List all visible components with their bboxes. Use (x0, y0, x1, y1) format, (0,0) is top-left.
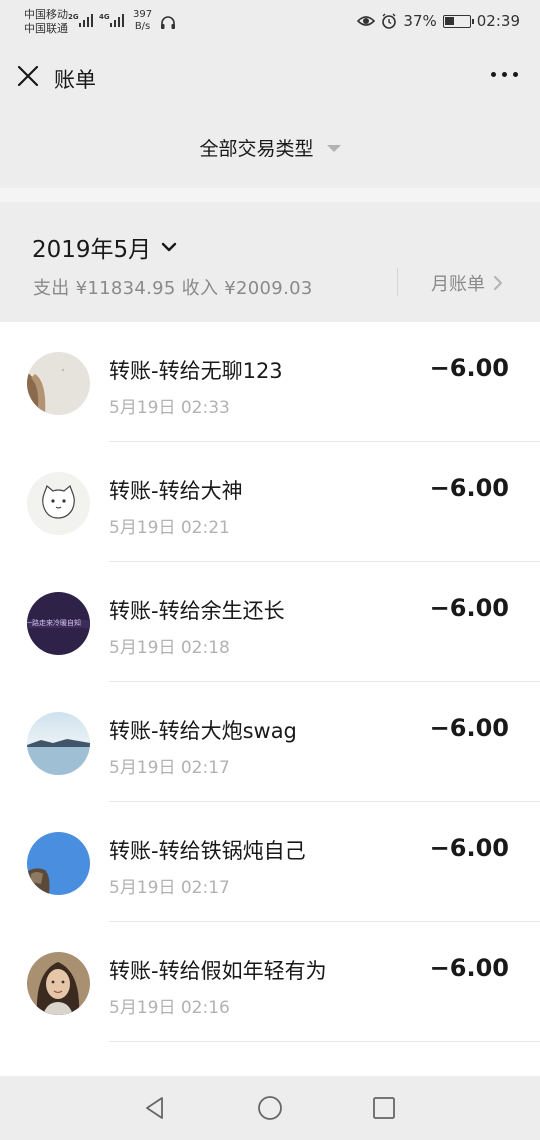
battery-icon (442, 14, 474, 28)
transaction-row[interactable]: 转账-转给铁锅炖自己 5月19日 02:17 −6.00 (0, 802, 540, 922)
network-speed-unit: B/s (134, 21, 151, 32)
signal-icon-2 (110, 14, 124, 27)
month-selector[interactable]: 2019年5月 (32, 230, 177, 264)
avatar (27, 712, 90, 775)
alarm-icon (382, 13, 397, 29)
transaction-amount: −6.00 (429, 954, 509, 982)
avatar-caption: 一路走来冷暖自知 (27, 619, 81, 627)
eye-icon (357, 16, 376, 26)
screen: 中国移动 中国联通 2G 4G 397 B/s 37% 02:39 账单 全部交… (0, 0, 540, 1140)
recents-button[interactable] (370, 1094, 398, 1122)
chevron-right-icon (494, 276, 502, 290)
avatar (27, 472, 90, 535)
carrier-2: 中国联通 (24, 22, 68, 35)
status-bar: 中国移动 中国联通 2G 4G 397 B/s 37% 02:39 (0, 0, 540, 44)
more-button[interactable] (491, 72, 518, 77)
transaction-title: 转账-转给无聊123 (109, 359, 283, 383)
signal-icon (79, 14, 93, 27)
back-button[interactable] (141, 1094, 169, 1122)
month-summary: 支出 ¥11834.95 收入 ¥2009.03 (33, 278, 313, 299)
status-right: 37% 02:39 (357, 12, 520, 30)
transaction-row[interactable]: 转账-转给大炮swag 5月19日 02:17 −6.00 (0, 682, 540, 802)
recents-square-icon (373, 1097, 395, 1119)
status-time: 02:39 (476, 12, 520, 30)
transaction-title: 转账-转给铁锅炖自己 (109, 839, 306, 863)
section-divider (0, 188, 540, 202)
transaction-title: 转账-转给大神 (109, 479, 243, 503)
transaction-row[interactable]: 转账-转给假如年轻有为 5月19日 02:16 −6.00 (0, 922, 540, 1042)
transaction-time: 5月19日 02:21 (109, 518, 230, 538)
transaction-amount: −6.00 (429, 594, 509, 622)
transaction-type-filter[interactable]: 全部交易类型 (0, 112, 540, 188)
transaction-time: 5月19日 02:33 (109, 398, 230, 418)
month-label: 2019年5月 (32, 237, 152, 263)
row-divider (109, 1041, 540, 1042)
chevron-down-icon (161, 242, 177, 252)
transaction-amount: −6.00 (429, 834, 509, 862)
vertical-divider (397, 268, 398, 296)
nav-bar: 账单 (0, 44, 540, 112)
avatar (27, 352, 90, 415)
system-nav-bar (0, 1076, 540, 1140)
transaction-time: 5月19日 02:17 (109, 758, 230, 778)
avatar (27, 952, 90, 1015)
network-type-2: 4G (99, 13, 110, 21)
page-title: 账单 (54, 68, 96, 92)
transaction-time: 5月19日 02:16 (109, 998, 230, 1018)
transaction-amount: −6.00 (429, 714, 509, 742)
back-triangle-icon (146, 1097, 163, 1119)
network-type-1: 2G (68, 13, 79, 21)
carrier-1: 中国移动 (24, 8, 68, 21)
carrier-info: 中国移动 中国联通 (24, 8, 68, 36)
avatar (27, 832, 90, 895)
home-button[interactable] (256, 1094, 284, 1122)
home-circle-icon (258, 1096, 282, 1120)
transaction-amount: −6.00 (429, 474, 509, 502)
network-speed-value: 397 (133, 9, 153, 20)
transaction-time: 5月19日 02:18 (109, 638, 230, 658)
transaction-title: 转账-转给假如年轻有为 (109, 959, 327, 983)
month-header: 2019年5月 支出 ¥11834.95 收入 ¥2009.03 月账单 (0, 202, 540, 322)
transaction-row[interactable]: 转账-转给无聊123 5月19日 02:33 −6.00 (0, 322, 540, 442)
headphones-icon (161, 16, 175, 29)
transaction-amount: −6.00 (429, 354, 509, 382)
monthly-bill-link[interactable]: 月账单 (431, 270, 503, 296)
transaction-row[interactable]: 一路走来冷暖自知 转账-转给余生还长 5月19日 02:18 −6.00 (0, 562, 540, 682)
close-icon (17, 65, 39, 87)
transaction-title: 转账-转给余生还长 (109, 599, 285, 623)
more-icon (491, 72, 496, 77)
transaction-title: 转账-转给大炮swag (109, 719, 297, 743)
avatar: 一路走来冷暖自知 (27, 592, 90, 655)
network-speed: 397 B/s (133, 9, 152, 33)
caret-down-icon (326, 145, 341, 152)
transaction-row[interactable]: 转账-转给大神 5月19日 02:21 −6.00 (0, 442, 540, 562)
battery-fill (444, 16, 454, 25)
monthly-bill-label: 月账单 (431, 274, 485, 295)
close-button[interactable] (14, 62, 42, 90)
transaction-list: 转账-转给无聊123 5月19日 02:33 −6.00 转账-转给大神 5月1… (0, 322, 540, 1076)
transaction-time: 5月19日 02:17 (109, 878, 230, 898)
battery-percent: 37% (403, 12, 437, 30)
filter-label: 全部交易类型 (199, 138, 314, 160)
